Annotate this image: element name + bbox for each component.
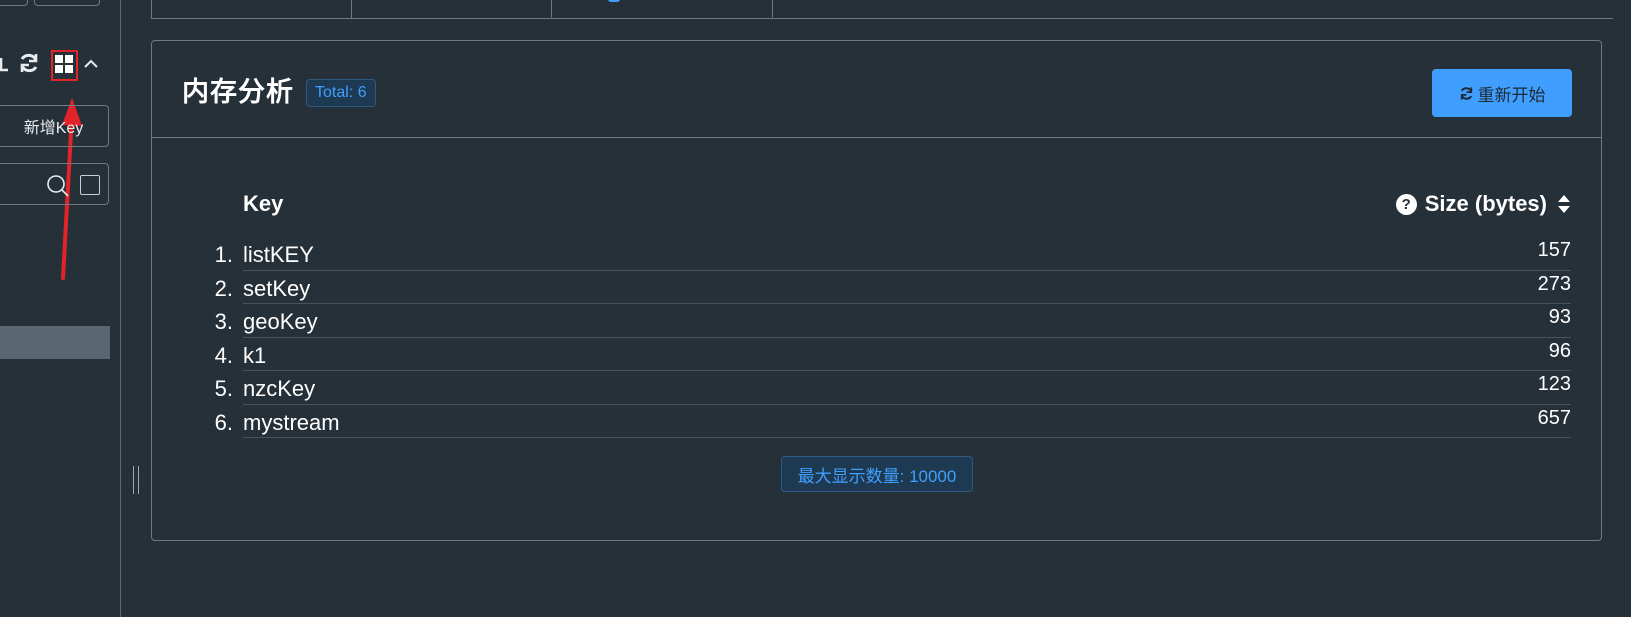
row-size: 93 — [1548, 306, 1571, 328]
row-index: 6. — [214, 409, 233, 435]
row-key: nzcKey — [243, 376, 316, 401]
partial-icon[interactable] — [0, 58, 8, 77]
column-header-size[interactable]: ? Size (bytes) — [1395, 191, 1571, 217]
row-size: 96 — [1548, 339, 1571, 362]
row-index: 3. — [214, 309, 233, 334]
sidebar-top-button-left[interactable] — [0, 0, 28, 6]
row-key: geoKey — [243, 309, 318, 334]
table-row[interactable]: 1. listKEY 157 — [152, 237, 1601, 271]
row-divider — [243, 437, 1571, 438]
add-key-label: 新增Key — [23, 120, 84, 137]
tab-bar — [151, 0, 1613, 19]
sidebar: 新增Key — [0, 0, 121, 617]
key-search-input[interactable] — [0, 163, 109, 205]
sort-icon[interactable] — [1557, 195, 1571, 213]
tab-2[interactable] — [351, 0, 552, 18]
restart-button[interactable]: 重新开始 — [1432, 69, 1572, 117]
tab-1[interactable] — [151, 0, 352, 18]
panel-header: 内存分析 Total: 6 重新开始 — [152, 41, 1601, 138]
annotation-highlight-box — [51, 50, 78, 81]
column-header-size-label: Size (bytes) — [1424, 191, 1547, 216]
row-index: 5. — [214, 376, 233, 401]
panel-resize-handle[interactable] — [133, 466, 139, 494]
row-size: 157 — [1537, 239, 1571, 261]
page-title: 内存分析 — [182, 77, 294, 107]
selected-key-item[interactable] — [0, 326, 110, 359]
max-display-badge: 最大显示数量: 10000 — [781, 456, 973, 492]
row-size: 123 — [1537, 373, 1571, 395]
row-index: 4. — [214, 342, 233, 368]
row-key: k1 — [243, 342, 267, 368]
tab-memory-analysis[interactable] — [551, 0, 773, 18]
refresh-icon — [1459, 86, 1474, 101]
table-row[interactable]: 2. setKey 273 — [152, 271, 1601, 304]
row-key: setKey — [243, 275, 311, 301]
row-index: 1. — [214, 242, 233, 267]
chevron-up-icon[interactable] — [83, 57, 99, 75]
total-badge: Total: 6 — [306, 79, 376, 107]
add-key-button[interactable]: 新增Key — [0, 105, 109, 147]
exact-search-checkbox[interactable] — [80, 175, 100, 195]
table-row[interactable]: 5. nzcKey 123 — [152, 371, 1601, 405]
table-row[interactable]: 4. k1 96 — [152, 338, 1601, 371]
table-row[interactable]: 3. geoKey 93 — [152, 304, 1601, 338]
restart-label: 重新开始 — [1477, 85, 1546, 105]
row-size: 657 — [1537, 406, 1571, 429]
row-key: listKEY — [243, 242, 314, 267]
row-size: 273 — [1537, 272, 1571, 295]
memory-analysis-panel: 内存分析 Total: 6 重新开始 Key ? Size (bytes) 1.… — [151, 40, 1602, 541]
row-index: 2. — [214, 275, 233, 301]
table-row[interactable]: 6. mystream 657 — [152, 405, 1601, 438]
sidebar-top-button-right[interactable] — [34, 0, 100, 6]
row-key: mystream — [243, 409, 340, 435]
help-icon[interactable]: ? — [1395, 193, 1417, 215]
refresh-icon[interactable] — [18, 52, 40, 79]
table-body: 1. listKEY 157 2. setKey 273 3. geoKey 9… — [152, 237, 1601, 438]
tab-label-fragment — [608, 0, 620, 2]
search-icon[interactable] — [47, 175, 69, 202]
column-header-key: Key — [243, 191, 284, 216]
